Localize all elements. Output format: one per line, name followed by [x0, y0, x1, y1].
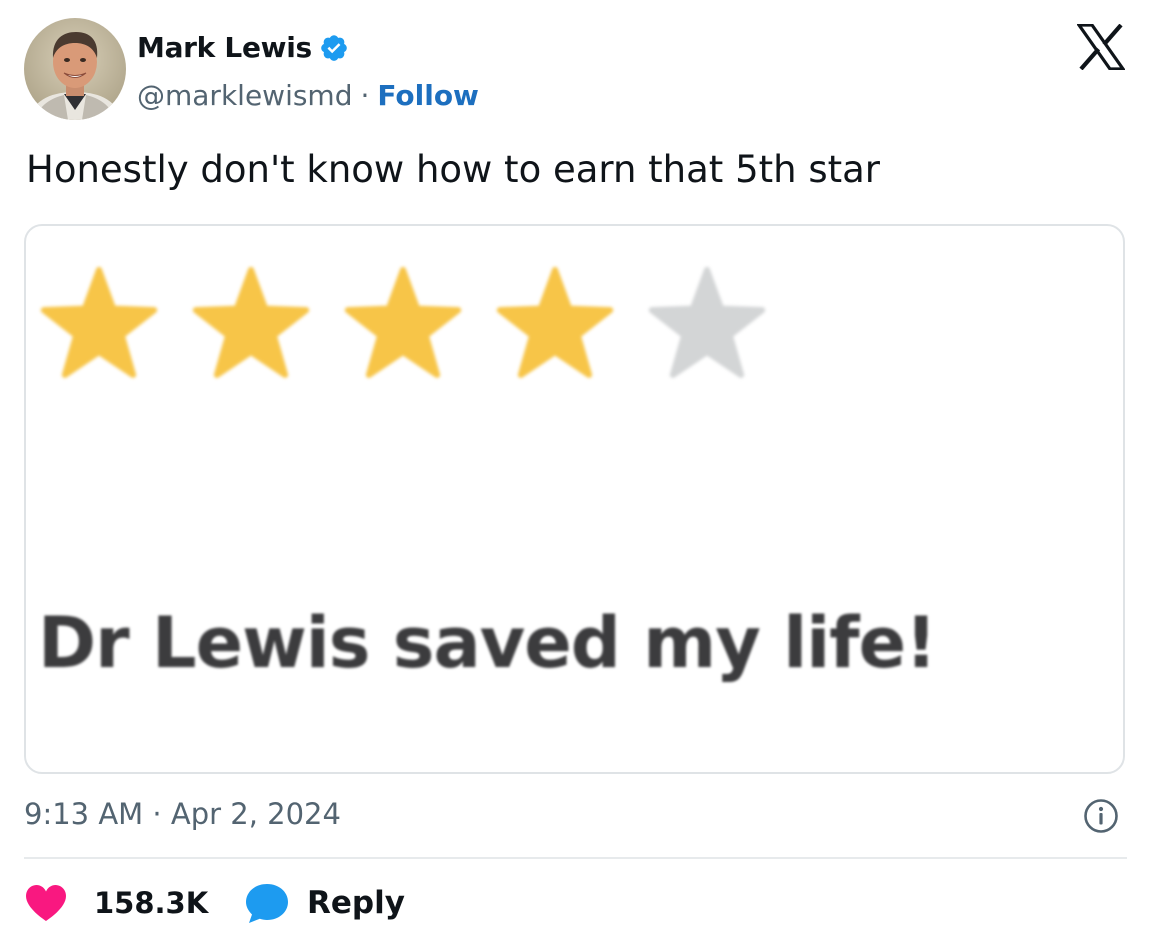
author-display-name[interactable]: Mark Lewis [137, 34, 312, 62]
author-name-row: Mark Lewis [137, 27, 349, 69]
star-filled-icon [40, 267, 158, 378]
author-handle-row: @marklewismd · Follow [137, 76, 479, 116]
avatar-photo [24, 18, 126, 120]
follow-button[interactable]: Follow [377, 82, 479, 110]
author-handle[interactable]: @marklewismd [137, 82, 352, 110]
avatar[interactable] [24, 18, 126, 120]
x-logo-icon[interactable] [1077, 24, 1125, 70]
like-count: 158.3K [94, 886, 209, 920]
tweet-timestamp[interactable]: 9:13 AM · Apr 2, 2024 [24, 797, 341, 832]
heart-icon [26, 885, 66, 921]
star-empty-icon [648, 267, 766, 378]
star-filled-icon [192, 267, 310, 378]
star-filled-icon [344, 267, 462, 378]
divider [24, 857, 1127, 859]
reply-bubble-icon [246, 884, 288, 923]
tweet-text: Honestly don't know how to earn that 5th… [26, 148, 880, 191]
star-rating [38, 266, 798, 386]
star-filled-icon [496, 267, 614, 378]
reply-label: Reply [307, 885, 405, 921]
review-text: Dr Lewis saved my life! [38, 602, 937, 684]
info-icon[interactable] [1083, 798, 1119, 834]
separator-dot: · [360, 79, 370, 112]
reply-button[interactable]: Reply [244, 880, 405, 926]
like-button[interactable]: 158.3K [24, 880, 208, 926]
tweet-media-card[interactable]: Dr Lewis saved my life! [24, 224, 1125, 774]
verified-badge-icon [321, 35, 347, 61]
